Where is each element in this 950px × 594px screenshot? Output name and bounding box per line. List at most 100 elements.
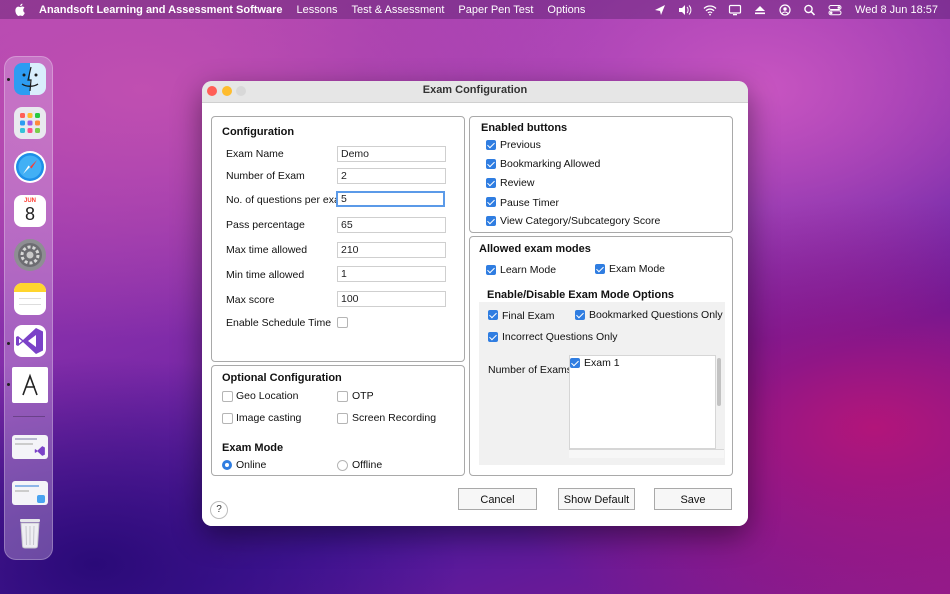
- max-time-label: Max time allowed: [226, 244, 308, 256]
- safari-icon[interactable]: [14, 151, 46, 183]
- window-content: Configuration Exam Name Demo Number of E…: [202, 103, 748, 526]
- dock: JUN 8: [4, 56, 53, 560]
- exam-name-field[interactable]: Demo: [337, 146, 446, 162]
- display-icon[interactable]: [728, 4, 742, 16]
- menu-lessons[interactable]: Lessons: [296, 4, 337, 16]
- volume-icon[interactable]: [678, 4, 692, 16]
- menu-test-assessment[interactable]: Test & Assessment: [351, 4, 444, 16]
- app-name-menu[interactable]: Anandsoft Learning and Assessment Softwa…: [39, 4, 282, 16]
- previous-label: Previous: [500, 139, 541, 151]
- exam-1-checkbox[interactable]: [570, 358, 580, 368]
- bookmarking-allowed-label: Bookmarking Allowed: [500, 158, 601, 170]
- schedule-time-label: Enable Schedule Time: [226, 317, 332, 329]
- min-time-field[interactable]: 1: [337, 266, 446, 282]
- view-category-score-label: View Category/Subcategory Score: [500, 215, 661, 227]
- questions-per-exam-label: No. of questions per exam: [226, 194, 349, 206]
- offline-label: Offline: [352, 459, 383, 471]
- menu-options[interactable]: Options: [547, 4, 585, 16]
- otp-checkbox[interactable]: [337, 391, 348, 402]
- pause-timer-checkbox[interactable]: [486, 197, 496, 207]
- bookmarked-only-label: Bookmarked Questions Only: [589, 309, 723, 321]
- number-of-exams-label: Number of Exams: [488, 364, 573, 376]
- recent-window-1-icon[interactable]: [12, 435, 48, 459]
- max-score-field[interactable]: 100: [337, 291, 446, 307]
- view-category-score-checkbox[interactable]: [486, 216, 496, 226]
- finder-icon[interactable]: [14, 63, 46, 95]
- max-score-label: Max score: [226, 294, 275, 306]
- allowed-exam-modes-title: Allowed exam modes: [479, 243, 591, 255]
- show-default-button[interactable]: Show Default: [558, 488, 635, 510]
- cancel-button[interactable]: Cancel: [458, 488, 537, 510]
- review-checkbox[interactable]: [486, 178, 496, 188]
- configuration-title: Configuration: [222, 126, 295, 138]
- final-exam-checkbox[interactable]: [488, 310, 498, 320]
- number-of-exam-field[interactable]: 2: [337, 168, 446, 184]
- running-indicator: [7, 342, 10, 345]
- learn-mode-checkbox[interactable]: [486, 265, 496, 275]
- search-icon[interactable]: [803, 4, 817, 16]
- enabled-buttons-panel: Enabled buttons Previous Bookmarking All…: [469, 116, 733, 233]
- exams-list-scrollbar[interactable]: [717, 358, 721, 406]
- bookmarked-only-checkbox[interactable]: [575, 310, 585, 320]
- incorrect-only-checkbox[interactable]: [488, 332, 498, 342]
- eject-icon[interactable]: [753, 4, 767, 16]
- running-indicator: [7, 78, 10, 81]
- geo-location-checkbox[interactable]: [222, 391, 233, 402]
- exams-list-footer: [569, 449, 724, 458]
- pass-percentage-field[interactable]: 65: [337, 217, 446, 233]
- optional-configuration-title: Optional Configuration: [222, 372, 342, 384]
- optional-configuration-panel: Optional Configuration Geo Location OTP …: [211, 365, 465, 476]
- exam-configuration-window: Exam Configuration Configuration Exam Na…: [202, 81, 748, 526]
- notes-icon[interactable]: [14, 283, 46, 315]
- screen-recording-label: Screen Recording: [352, 412, 437, 424]
- menu-paper-pen-test[interactable]: Paper Pen Test: [458, 4, 533, 16]
- schedule-time-checkbox[interactable]: [337, 317, 348, 328]
- title-bar[interactable]: Exam Configuration: [202, 81, 748, 103]
- max-time-field[interactable]: 210: [337, 242, 446, 258]
- calendar-icon[interactable]: JUN 8: [14, 195, 46, 227]
- learn-mode-label: Learn Mode: [500, 264, 557, 276]
- allowed-exam-modes-panel: Allowed exam modes Learn Mode Exam Mode …: [469, 236, 733, 476]
- previous-checkbox[interactable]: [486, 140, 496, 150]
- incorrect-only-label: Incorrect Questions Only: [502, 331, 618, 343]
- calendar-day: 8: [24, 204, 35, 224]
- exam-1-label: Exam 1: [584, 357, 620, 369]
- enabled-buttons-title: Enabled buttons: [481, 122, 568, 134]
- running-indicator: [7, 383, 10, 386]
- exams-list[interactable]: Exam 1: [569, 355, 721, 449]
- questions-per-exam-field[interactable]: 5: [336, 191, 445, 207]
- bookmarking-allowed-checkbox[interactable]: [486, 159, 496, 169]
- number-of-exam-label: Number of Exam: [226, 170, 305, 182]
- help-button[interactable]: ?: [210, 501, 228, 519]
- location-icon[interactable]: [653, 4, 667, 16]
- recent-window-2-icon[interactable]: [12, 481, 48, 505]
- online-radio[interactable]: [222, 460, 232, 470]
- menu-bar: Anandsoft Learning and Assessment Softwa…: [0, 0, 950, 19]
- control-center-icon[interactable]: [828, 4, 842, 16]
- exam-mode-options-area: Final Exam Bookmarked Questions Only Inc…: [479, 302, 725, 465]
- system-preferences-icon[interactable]: [14, 239, 46, 271]
- geo-location-label: Geo Location: [236, 390, 299, 402]
- visual-studio-icon[interactable]: [14, 325, 46, 357]
- apple-icon[interactable]: [14, 3, 26, 16]
- exam-mode-checkbox[interactable]: [595, 264, 605, 274]
- online-label: Online: [236, 459, 267, 471]
- wifi-icon[interactable]: [703, 4, 717, 16]
- screen-recording-checkbox[interactable]: [337, 413, 348, 424]
- configuration-panel: Configuration Exam Name Demo Number of E…: [211, 116, 465, 362]
- pause-timer-label: Pause Timer: [500, 197, 559, 209]
- user-icon[interactable]: [778, 3, 792, 16]
- image-casting-label: Image casting: [236, 412, 302, 424]
- anandsoft-icon[interactable]: [12, 367, 48, 403]
- trash-icon[interactable]: [14, 515, 46, 549]
- offline-radio[interactable]: [337, 460, 348, 471]
- exam-mode-title: Exam Mode: [222, 442, 284, 454]
- save-button[interactable]: Save: [654, 488, 732, 510]
- image-casting-checkbox[interactable]: [222, 413, 233, 424]
- min-time-label: Min time allowed: [226, 269, 305, 281]
- exam-mode-options-title: Enable/Disable Exam Mode Options: [487, 289, 675, 301]
- clock[interactable]: Wed 8 Jun 18:57: [855, 4, 938, 16]
- launchpad-icon[interactable]: [14, 107, 46, 139]
- pass-percentage-label: Pass percentage: [226, 219, 305, 231]
- otp-label: OTP: [352, 390, 374, 402]
